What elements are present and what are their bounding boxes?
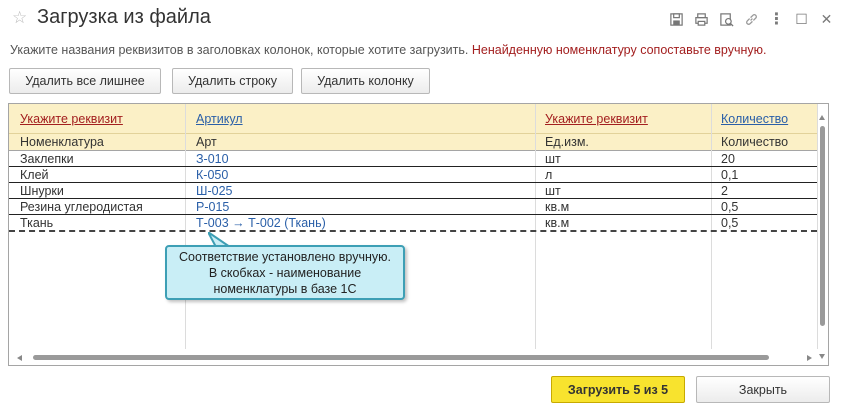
column-header-link-1[interactable]: Укажите реквизит — [20, 111, 123, 127]
callout-line-1: Соответствие установлено вручную. — [179, 250, 391, 264]
row-unit-cell: кв.м — [545, 216, 570, 230]
table-row[interactable]: Шнурки Ш-025 шт 2 — [9, 183, 817, 199]
header-separator — [9, 133, 817, 134]
row-article-cell: Р-015 — [196, 200, 230, 214]
column-header-link-4[interactable]: Количество — [721, 111, 788, 127]
close-icon[interactable]: ✕ — [814, 9, 839, 29]
row-article-cell: К-050 — [196, 168, 229, 182]
row-name-cell: Клей — [20, 168, 49, 182]
column-subtitle-1: Номенклатура — [20, 135, 104, 149]
row-name-cell: Ткань — [20, 216, 54, 230]
row-article-cell: З-010 — [196, 152, 229, 166]
print-icon[interactable] — [689, 9, 714, 29]
instruction-main: Укажите названия реквизитов в заголовках… — [10, 43, 469, 57]
table-row[interactable]: Заклепки З-010 шт 20 — [9, 151, 817, 167]
title-bar: ☆ Загрузка из файла ⋮ ☐ ✕ — [0, 0, 847, 38]
callout-line-2: В скобках - наименование — [208, 266, 362, 280]
horizontal-scroll-thumb[interactable] — [33, 355, 769, 360]
delete-extra-button[interactable]: Удалить все лишнее — [9, 68, 161, 94]
scroll-right-icon[interactable] — [807, 355, 812, 361]
star-icon[interactable]: ☆ — [12, 8, 27, 28]
table-row[interactable]: Клей К-050 л 0,1 — [9, 167, 817, 183]
row-unit-cell: шт — [545, 152, 561, 166]
column-header-link-2[interactable]: Артикул — [196, 111, 243, 127]
row-article-cell: Ш-025 — [196, 184, 233, 198]
row-name-cell: Резина углеродистая — [20, 200, 143, 214]
save-icon[interactable] — [664, 9, 689, 29]
maximize-icon[interactable]: ☐ — [789, 9, 814, 29]
vertical-scroll-thumb[interactable] — [820, 126, 825, 326]
link-icon[interactable] — [739, 9, 764, 29]
delete-row-button[interactable]: Удалить строку — [172, 68, 293, 94]
scroll-left-icon[interactable] — [17, 355, 22, 361]
close-button[interactable]: Закрыть — [696, 376, 830, 403]
column-subtitle-2: Арт — [196, 135, 217, 149]
window-title: Загрузка из файла — [37, 6, 211, 28]
preview-icon[interactable] — [714, 9, 739, 29]
load-button[interactable]: Загрузить 5 из 5 — [551, 376, 685, 403]
callout-line-3: номенклатуры в базе 1С — [213, 282, 357, 296]
row-quantity-cell: 0,5 — [721, 216, 739, 230]
row-quantity-cell: 0,1 — [721, 168, 739, 182]
more-icon[interactable]: ⋮ — [764, 9, 789, 29]
instruction-text: Укажите названия реквизитов в заголовках… — [10, 43, 766, 57]
column-header-link-3[interactable]: Укажите реквизит — [545, 111, 648, 127]
callout-tooltip: Соответствие установлено вручную. В скоб… — [165, 245, 405, 300]
table-row[interactable]: Резина углеродистая Р-015 кв.м 0,5 — [9, 199, 817, 215]
scroll-down-icon[interactable] — [819, 354, 825, 359]
window-toolbar: ⋮ ☐ ✕ — [664, 9, 839, 29]
data-grid[interactable]: Укажите реквизит Артикул Укажите реквизи… — [8, 103, 829, 366]
scroll-up-icon[interactable] — [819, 115, 825, 120]
row-unit-cell: шт — [545, 184, 561, 198]
row-name-cell: Шнурки — [20, 184, 64, 198]
column-subtitle-4: Количество — [721, 135, 789, 149]
row-name-cell: Заклепки — [20, 152, 74, 166]
instruction-warning: Ненайденную номенклатуру сопоставьте вру… — [471, 43, 767, 57]
column-header-band — [9, 104, 817, 150]
horizontal-scrollbar[interactable] — [17, 353, 812, 363]
row-article-cell: Т-003 → Т-002 (Ткань) — [196, 216, 326, 230]
row-quantity-cell: 20 — [721, 152, 735, 166]
table-row[interactable]: Ткань Т-003 → Т-002 (Ткань) кв.м 0,5 — [9, 215, 817, 232]
row-unit-cell: кв.м — [545, 200, 570, 214]
delete-column-button[interactable]: Удалить колонку — [301, 68, 430, 94]
vertical-scrollbar[interactable] — [818, 115, 827, 359]
row-quantity-cell: 2 — [721, 184, 728, 198]
row-unit-cell: л — [545, 168, 553, 182]
row-quantity-cell: 0,5 — [721, 200, 739, 214]
column-subtitle-3: Ед.изм. — [545, 135, 589, 149]
